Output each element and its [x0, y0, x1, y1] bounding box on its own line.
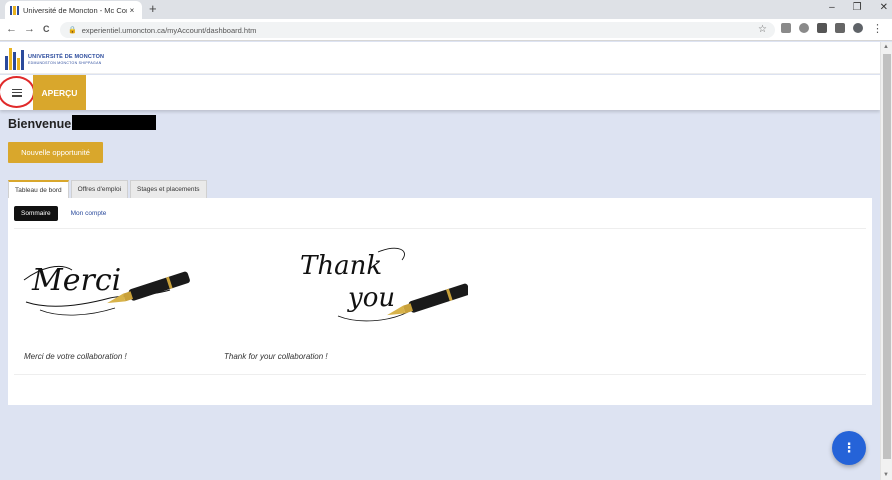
- divider: [14, 374, 866, 375]
- window-controls: – ❐ ✕: [829, 2, 888, 13]
- tab-tableau-de-bord[interactable]: Tableau de bord: [8, 180, 69, 198]
- lock-icon: 🔒: [68, 27, 77, 34]
- welcome-heading: Bienvenue: [8, 117, 72, 131]
- page-scrollbar[interactable]: ▲ ▼: [880, 42, 892, 480]
- you-script-text: you: [347, 283, 395, 313]
- browser-tab-title: Université de Moncton - Mc Con: [23, 5, 127, 15]
- top-menu-bar: APERÇU: [0, 75, 880, 110]
- profile-icon[interactable]: [853, 23, 863, 33]
- hamburger-icon: [11, 88, 22, 97]
- new-opportunity-button[interactable]: Nouvelle opportunité: [8, 142, 103, 163]
- thank-script-text: Thank: [300, 251, 382, 281]
- merci-script-text: Merci: [31, 263, 121, 298]
- reading-list-icon[interactable]: [835, 23, 845, 33]
- dashboard-card: Sommaire Mon compte Merci Thank you Merc…: [8, 198, 872, 405]
- tab-close-icon[interactable]: ×: [127, 6, 137, 15]
- close-window-icon[interactable]: ✕: [880, 2, 888, 13]
- bookmark-star-icon[interactable]: ☆: [758, 24, 767, 35]
- minimize-icon[interactable]: –: [829, 2, 835, 13]
- hamburger-menu-button[interactable]: [0, 75, 33, 110]
- logo-mark-icon: [5, 48, 24, 70]
- page: UNIVERSITÉ DE MONCTON EDMUNDSTON MONCTON…: [0, 42, 880, 480]
- logo-campuses: EDMUNDSTON MONCTON SHIPPAGAN: [28, 60, 102, 65]
- scroll-up-icon[interactable]: ▲: [883, 44, 889, 50]
- forward-icon[interactable]: →: [24, 23, 35, 35]
- tab-offres-emploi[interactable]: Offres d'emploi: [70, 180, 129, 198]
- new-tab-button[interactable]: +: [149, 1, 157, 16]
- url-text: experientiel.umoncton.ca/myAccount/dashb…: [81, 25, 257, 35]
- logo-name: UNIVERSITÉ DE MONCTON: [28, 53, 105, 60]
- divider: [14, 228, 866, 229]
- logo-bar: UNIVERSITÉ DE MONCTON EDMUNDSTON MONCTON…: [0, 42, 880, 74]
- extension-icon[interactable]: [781, 23, 791, 33]
- scrollbar-thumb[interactable]: [883, 54, 891, 459]
- address-bar[interactable]: 🔒 experientiel.umoncton.ca/myAccount/das…: [60, 22, 775, 38]
- floating-action-button[interactable]: ⋮: [832, 431, 866, 465]
- merci-image: Merci: [20, 250, 190, 325]
- apercu-tab[interactable]: APERÇU: [33, 75, 86, 110]
- browser-tabstrip: Université de Moncton - Mc Con × + – ❐ ✕: [0, 0, 892, 19]
- browser-tab[interactable]: Université de Moncton - Mc Con ×: [5, 1, 142, 19]
- extensions-puzzle-icon[interactable]: [817, 23, 827, 33]
- caption-en: Thank for your collaboration !: [224, 352, 328, 361]
- restore-icon[interactable]: ❐: [853, 2, 862, 13]
- thank-you-image: Thank you: [298, 240, 470, 330]
- tab-stages-placements[interactable]: Stages et placements: [130, 180, 207, 198]
- site-favicon-icon: [10, 5, 19, 15]
- scroll-down-icon[interactable]: ▼: [883, 472, 889, 478]
- reload-icon[interactable]: C: [43, 24, 50, 34]
- subtab-mon-compte[interactable]: Mon compte: [64, 206, 114, 221]
- sub-tabs: Sommaire Mon compte: [14, 206, 113, 221]
- more-vertical-icon: ⋮: [842, 440, 856, 455]
- redacted-username: [72, 115, 156, 130]
- main-tabs: Tableau de bord Offres d'emploi Stages e…: [8, 180, 207, 198]
- browser-menu-icon[interactable]: ⋮: [872, 22, 883, 35]
- browser-toolbar: ← → C 🔒 experientiel.umoncton.ca/myAccou…: [0, 19, 892, 41]
- subtab-sommaire[interactable]: Sommaire: [14, 206, 58, 221]
- caption-fr: Merci de votre collaboration !: [24, 352, 127, 361]
- extension-icon[interactable]: [799, 23, 809, 33]
- back-icon[interactable]: ←: [6, 23, 17, 35]
- university-logo[interactable]: UNIVERSITÉ DE MONCTON EDMUNDSTON MONCTON…: [5, 48, 104, 70]
